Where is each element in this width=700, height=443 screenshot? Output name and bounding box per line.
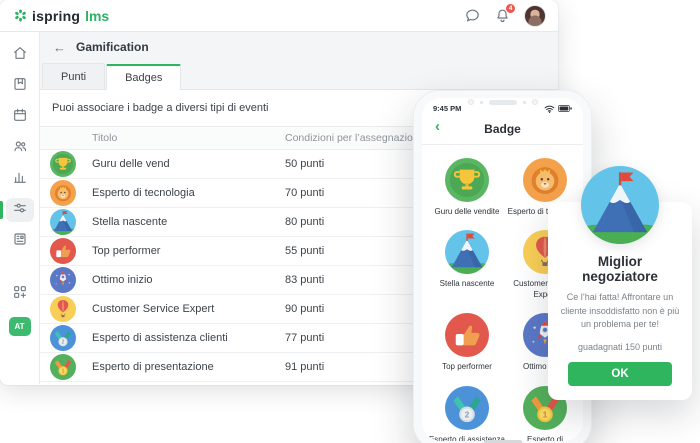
back-arrow-icon[interactable]: ← <box>53 41 66 54</box>
sidebar-item[interactable] <box>6 167 34 191</box>
badge-title: Esperto di assistenza clienti <box>92 332 228 344</box>
page-header: ← Gamification <box>40 32 558 62</box>
sidebar-item[interactable] <box>6 229 34 253</box>
popup-title: Miglior negoziatore <box>582 254 658 284</box>
battery-icon <box>558 105 572 112</box>
notification-badge: 4 <box>505 3 516 14</box>
apps-plus-icon <box>12 284 28 305</box>
phone-badge-label: Guru delle vendite <box>434 207 500 216</box>
courses-icon <box>12 76 28 97</box>
badge-title: Top performer <box>92 245 161 257</box>
popup-body-text: Ce l’hai fatta! Affrontare un cliente in… <box>560 292 680 329</box>
sidebar-item[interactable] <box>6 74 34 98</box>
lion-badge-icon <box>523 158 567 202</box>
thumbsup-badge-icon <box>445 313 489 358</box>
sidebar-item[interactable] <box>6 105 34 129</box>
wifi-icon <box>544 105 555 113</box>
phone-badge-item[interactable]: Guru delle vendite <box>428 158 506 217</box>
topbar: ispring lms 4 <box>0 0 558 32</box>
badge-title: Esperto di tecnologia <box>92 187 195 199</box>
topbar-actions: 4 <box>464 3 546 27</box>
ok-button[interactable]: OK <box>568 361 672 386</box>
column-title: Titolo <box>92 132 118 144</box>
phone-badge-label: Stella nascente <box>439 279 495 289</box>
page-title: Gamification <box>76 40 149 54</box>
phone-header: ‹ Badge <box>422 113 583 145</box>
phone-notch-sensors <box>467 99 538 105</box>
brand-logo: ispring lms <box>13 8 109 24</box>
tab-badges[interactable]: Badges <box>106 64 182 90</box>
phone-back-chevron-icon[interactable]: ‹ <box>435 119 440 134</box>
trophy-badge-icon <box>50 151 76 177</box>
sidebar-apps-button[interactable] <box>6 282 34 306</box>
status-time: 9:45 PM <box>433 104 462 113</box>
page: ispring lms 4 AT ← Gamification Punti Ba… <box>0 0 700 443</box>
phone-badge-item[interactable]: Top performer <box>428 313 506 372</box>
svg-text:1: 1 <box>62 369 65 375</box>
account-initials-badge[interactable]: AT <box>8 317 31 336</box>
phone-badge-item[interactable]: 2 Esperto di assistenza clienti <box>428 385 506 441</box>
flower-logo-icon <box>13 8 28 23</box>
reports-icon <box>12 169 28 190</box>
phone-page-title: Badge <box>484 121 521 136</box>
mountain-badge-icon <box>445 230 489 275</box>
phone-badge-label: Top performer <box>442 362 492 372</box>
speaker-icon <box>488 99 517 105</box>
sensor-dot-icon <box>522 100 526 104</box>
sidebar: AT <box>0 32 40 384</box>
mountain-badge-icon <box>50 209 76 235</box>
phone-badge-item[interactable]: Stella nascente <box>428 230 506 300</box>
badge-title: Customer Service Expert <box>92 303 215 315</box>
sidebar-item[interactable] <box>0 198 34 222</box>
home-icon <box>12 45 28 66</box>
status-icons <box>544 105 572 113</box>
lion-badge-icon <box>50 180 76 206</box>
users-icon <box>12 138 28 159</box>
popup-earned-points: guadagnati 150 punti <box>577 341 663 352</box>
svg-text:1: 1 <box>543 409 548 419</box>
bell-icon[interactable]: 4 <box>494 3 516 24</box>
user-avatar[interactable] <box>524 4 546 27</box>
sidebar-item[interactable] <box>6 136 34 160</box>
medal2-badge-icon: 2 <box>445 385 489 430</box>
calendar-icon <box>12 107 28 128</box>
badge-title: Esperto di presentazione <box>92 361 214 373</box>
tab-bar: Punti Badges <box>40 62 558 90</box>
thumbsup-badge-icon <box>50 238 76 264</box>
svg-text:2: 2 <box>465 409 470 419</box>
gamification-icon <box>12 200 28 221</box>
medal2-badge-icon: 2 <box>50 325 76 351</box>
chat-icon[interactable] <box>464 7 481 24</box>
balloon-badge-icon <box>50 296 76 322</box>
tab-punti[interactable]: Punti <box>42 63 106 89</box>
camera-icon <box>531 99 538 105</box>
sidebar-item[interactable] <box>6 43 34 67</box>
brand-name: ispring <box>32 7 81 24</box>
medal1-badge-icon: 1 <box>50 354 76 380</box>
sensor-dot-icon <box>479 100 483 104</box>
badge-title: Ottimo inizio <box>92 274 153 286</box>
camera-icon <box>467 99 474 105</box>
brand-suffix: lms <box>85 7 110 24</box>
documents-icon <box>12 231 28 252</box>
svg-text:2: 2 <box>62 340 65 346</box>
popup-mountain-badge-icon <box>581 166 659 244</box>
trophy-badge-icon <box>445 158 489 202</box>
badge-title: Stella nascente <box>92 216 168 228</box>
rocket-badge-icon <box>50 267 76 293</box>
badge-title: Guru delle vend <box>92 158 170 170</box>
